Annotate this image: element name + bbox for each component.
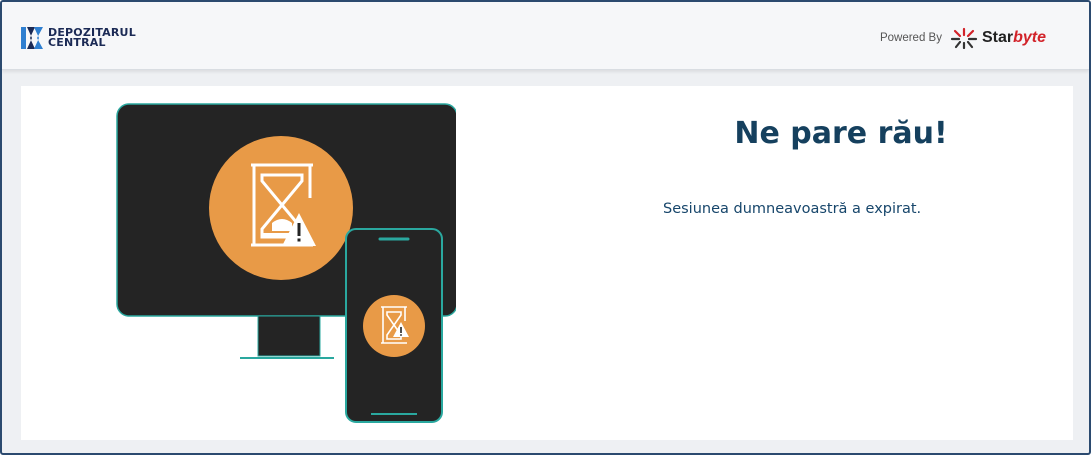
top-header: DEPOZITARUL CENTRAL Powered By Starbyte <box>2 2 1089 70</box>
starbyte-wordmark: Starbyte <box>982 29 1046 47</box>
powered-by: Powered By Starbyte <box>880 27 1046 49</box>
logo-text: DEPOZITARUL CENTRAL <box>48 27 136 49</box>
session-expired-message: Sesiunea dumneavoastră a expirat. <box>663 201 922 217</box>
session-expired-card: Ne pare rău! Sesiunea dumneavoastră a ex… <box>21 86 1073 440</box>
phone-icon <box>345 228 443 423</box>
starbyte-byte: byte <box>1013 29 1046 46</box>
powered-by-label: Powered By <box>879 32 942 44</box>
depozitarul-central-logo[interactable]: DEPOZITARUL CENTRAL <box>21 27 136 49</box>
app-window: DEPOZITARUL CENTRAL Powered By Starbyte <box>0 0 1091 455</box>
starbyte-star: Star <box>981 29 1014 46</box>
hourglass-badge-large <box>209 136 353 280</box>
page-title: Ne pare rău! <box>734 116 948 151</box>
logo-line-2: CENTRAL <box>48 36 106 49</box>
logo-mark-icon <box>21 27 43 49</box>
devices-illustration <box>116 103 456 423</box>
starbyte-logo-icon <box>950 27 978 49</box>
